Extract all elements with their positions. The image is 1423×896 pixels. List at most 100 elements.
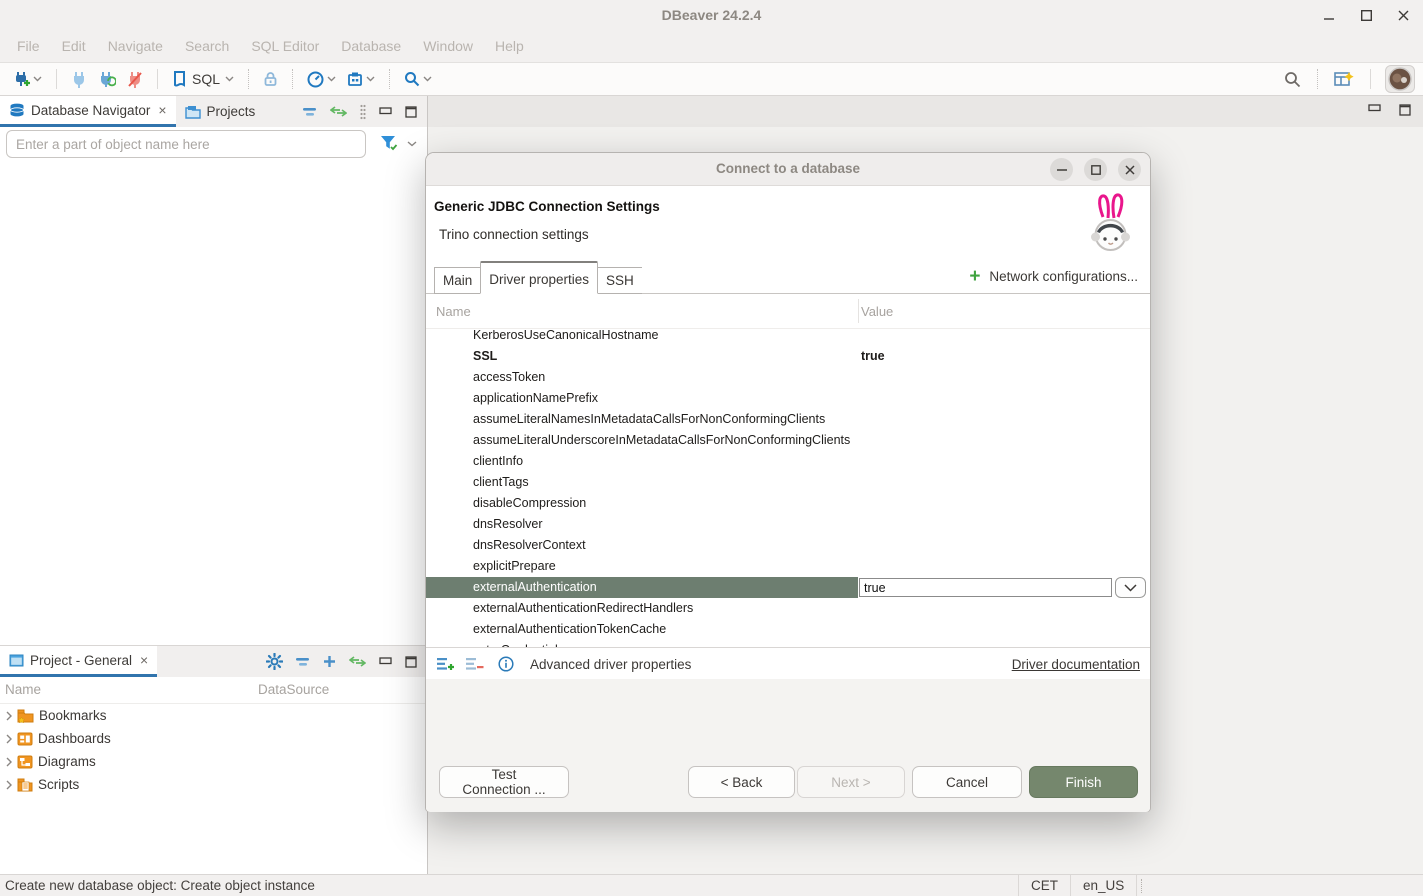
- dashboard-button[interactable]: [305, 69, 338, 90]
- tree-item-bookmarks[interactable]: Bookmarks: [0, 704, 427, 727]
- menu-help[interactable]: Help: [484, 38, 535, 54]
- property-row[interactable]: clientInfo: [426, 451, 1150, 472]
- property-row[interactable]: extraCredentials: [426, 640, 1150, 648]
- close-icon[interactable]: ×: [158, 102, 166, 118]
- column-name[interactable]: Name: [436, 304, 471, 319]
- test-connection-button[interactable]: Test Connection ...: [439, 766, 569, 798]
- property-name: externalAuthenticationRedirectHandlers: [426, 598, 1150, 619]
- gear-icon[interactable]: [266, 653, 283, 670]
- maximize-icon[interactable]: [1361, 10, 1372, 21]
- tree-item-scripts[interactable]: Scripts: [0, 773, 427, 796]
- cancel-button[interactable]: Cancel: [912, 766, 1022, 798]
- menu-window[interactable]: Window: [412, 38, 484, 54]
- dialog-close-icon[interactable]: [1118, 158, 1141, 181]
- new-connection-button[interactable]: [10, 68, 44, 90]
- back-button[interactable]: < Back: [688, 766, 795, 798]
- property-row[interactable]: explicitPrepare: [426, 556, 1150, 577]
- property-row[interactable]: dnsResolverContext: [426, 535, 1150, 556]
- sql-editor-label: SQL: [192, 71, 220, 87]
- navigator-tree[interactable]: [0, 161, 427, 645]
- toolbar-separator: [157, 69, 158, 89]
- column-value[interactable]: Value: [861, 304, 893, 319]
- tree-item-label: Dashboards: [38, 731, 111, 746]
- tab-projects[interactable]: Projects: [176, 96, 265, 127]
- property-row[interactable]: externalAuthentication: [426, 577, 1150, 598]
- menu-navigate[interactable]: Navigate: [97, 38, 174, 54]
- autocommit-button[interactable]: [261, 69, 280, 89]
- property-row[interactable]: accessToken: [426, 367, 1150, 388]
- property-row[interactable]: clientTags: [426, 472, 1150, 493]
- minimize-view-icon[interactable]: [1368, 104, 1381, 116]
- view-menu-icon[interactable]: [360, 104, 366, 120]
- property-row[interactable]: assumeLiteralNamesInMetadataCallsForNonC…: [426, 409, 1150, 430]
- locale-indicator[interactable]: en_US: [1071, 875, 1137, 896]
- expander-chevron-icon[interactable]: [6, 734, 12, 744]
- driver-documentation-link[interactable]: Driver documentation: [1012, 657, 1140, 672]
- expand-all-icon[interactable]: [323, 655, 336, 668]
- property-name: assumeLiteralNamesInMetadataCallsForNonC…: [426, 409, 1150, 430]
- diagrams-icon: [17, 755, 33, 769]
- object-filter-input[interactable]: [6, 130, 366, 158]
- property-row[interactable]: dnsResolver: [426, 514, 1150, 535]
- finish-button[interactable]: Finish: [1029, 766, 1138, 798]
- tree-item-diagrams[interactable]: Diagrams: [0, 750, 427, 773]
- tab-main[interactable]: Main: [434, 267, 480, 294]
- tab-label: Project - General: [30, 653, 132, 668]
- sql-editor-button[interactable]: SQL: [170, 68, 236, 90]
- maximize-view-icon[interactable]: [405, 656, 417, 668]
- property-row[interactable]: externalAuthenticationRedirectHandlers: [426, 598, 1150, 619]
- menu-database[interactable]: Database: [330, 38, 412, 54]
- network-configurations-button[interactable]: + Network configurations...: [969, 267, 1150, 286]
- link-editor-icon[interactable]: [330, 106, 347, 117]
- menu-search[interactable]: Search: [174, 38, 240, 54]
- expander-chevron-icon[interactable]: [6, 711, 12, 721]
- dialog-titlebar[interactable]: Connect to a database: [426, 153, 1150, 186]
- property-row[interactable]: externalAuthenticationTokenCache: [426, 619, 1150, 640]
- minimize-icon[interactable]: [1324, 10, 1335, 21]
- disconnect-button[interactable]: [125, 69, 145, 90]
- menu-sql-editor[interactable]: SQL Editor: [240, 38, 330, 54]
- minimize-view-icon[interactable]: [379, 657, 392, 666]
- menu-file[interactable]: File: [6, 38, 51, 54]
- remove-property-icon[interactable]: [465, 656, 484, 672]
- search-button[interactable]: [402, 69, 434, 89]
- tab-project-general[interactable]: Project - General ×: [0, 646, 157, 677]
- properties-list[interactable]: KerberosUseCanonicalHostnameSSLtrueacces…: [426, 330, 1150, 648]
- property-row[interactable]: assumeLiteralUnderscoreInMetadataCallsFo…: [426, 430, 1150, 451]
- close-icon[interactable]: [1398, 10, 1409, 21]
- link-editor-icon[interactable]: [349, 656, 366, 667]
- expander-chevron-icon[interactable]: [6, 757, 12, 767]
- reconnect-button[interactable]: [96, 69, 118, 90]
- expander-chevron-icon[interactable]: [6, 780, 12, 790]
- tab-database-navigator[interactable]: Database Navigator ×: [0, 96, 176, 127]
- minimize-view-icon[interactable]: [379, 107, 392, 116]
- chevron-down-icon[interactable]: [407, 141, 417, 147]
- user-avatar-button[interactable]: [1385, 65, 1415, 93]
- dialog-buttons: Test Connection ... < Back Next > Cancel…: [426, 766, 1150, 799]
- collapse-all-icon[interactable]: [303, 108, 317, 116]
- tree-item-dashboards[interactable]: Dashboards: [0, 727, 427, 750]
- close-icon[interactable]: ×: [140, 652, 148, 668]
- tab-ssh[interactable]: SSH: [598, 267, 642, 294]
- perspective-button[interactable]: [1332, 68, 1356, 90]
- property-row[interactable]: SSLtrue: [426, 346, 1150, 367]
- tab-driver-properties[interactable]: Driver properties: [480, 261, 598, 294]
- property-value-input[interactable]: [859, 578, 1112, 597]
- property-row[interactable]: KerberosUseCanonicalHostname: [426, 330, 1150, 346]
- collapse-all-icon[interactable]: [296, 658, 310, 666]
- quick-search-button[interactable]: [1282, 69, 1303, 90]
- menu-edit[interactable]: Edit: [51, 38, 97, 54]
- property-row[interactable]: applicationNamePrefix: [426, 388, 1150, 409]
- dialog-maximize-icon[interactable]: [1084, 158, 1107, 181]
- maximize-view-icon[interactable]: [405, 106, 417, 118]
- connect-button[interactable]: [69, 69, 89, 90]
- filter-icon[interactable]: [380, 135, 399, 152]
- transaction-mode-button[interactable]: [345, 69, 377, 89]
- property-row[interactable]: disableCompression: [426, 493, 1150, 514]
- dialog-heading: Generic JDBC Connection Settings: [434, 199, 660, 214]
- timezone-indicator[interactable]: CET: [1018, 875, 1071, 896]
- maximize-view-icon[interactable]: [1399, 104, 1411, 116]
- add-property-icon[interactable]: [436, 656, 455, 672]
- dialog-minimize-icon[interactable]: [1050, 158, 1073, 181]
- property-value-dropdown-button[interactable]: [1115, 577, 1146, 598]
